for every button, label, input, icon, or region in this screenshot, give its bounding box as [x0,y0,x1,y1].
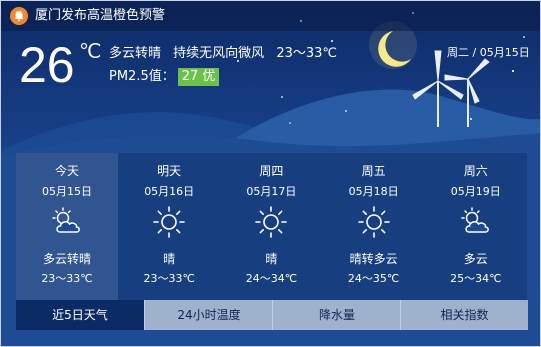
day-condition: 晴转多云 [349,252,398,266]
current-conditions: 多云转晴 持续无风向微风 23～33℃ [109,45,345,63]
tab-precipitation[interactable]: 降水量 [272,300,401,330]
day-temperature-range: 25～34℃ [450,272,502,285]
day-name: 今天 [54,164,79,178]
tab-five-day[interactable]: 近5日天气 [16,300,144,330]
weather-widget: 厦门发布高温橙色预警 26 ℃ 多云转晴 持续无风向微风 23～33℃ PM2.… [0,0,541,347]
day-condition: 晴 [163,252,176,266]
forecast-day[interactable]: 明天 05月16日晴 23～33℃ [118,153,220,300]
tab-hourly-temperature[interactable]: 24小时温度 [144,300,273,330]
day-name: 周六 [463,164,488,178]
tab-indices[interactable]: 相关指数 [400,300,528,330]
day-name: 明天 [157,164,182,178]
forecast-day[interactable]: 周六 05月19日 多云 25～34℃ [425,153,527,300]
forecast-panel: 今天 05月15日 多云转晴 23～33℃ 明天 05月16日晴 23～33℃ 周四 05月17… [16,153,528,330]
partly-cloudy-icon [459,205,493,239]
day-temperature-range: 24～34℃ [245,272,298,285]
forecast-day[interactable]: 今天 05月15日 多云转晴 23～33℃ [16,153,118,300]
day-date: 05月18日 [348,185,399,198]
day-temperature-range: 23～33℃ [143,272,195,285]
sun-icon [152,205,186,239]
warning-text[interactable]: 厦门发布高温橙色预警 [35,7,165,25]
day-name: 周四 [259,164,284,178]
day-condition: 多云 [463,252,488,266]
air-quality: PM2.5值： 27 优 [109,68,220,86]
current-temperature: 26 [19,37,75,93]
day-condition: 多云转晴 [42,252,91,266]
day-name: 周五 [361,164,386,178]
sun-icon [357,205,391,239]
forecast-day[interactable]: 周四 05月17日晴 24～34℃ [220,153,322,300]
forecast-day[interactable]: 周五 05月18日 晴转多云 24～35℃ [323,153,425,300]
day-date: 05月19日 [450,185,501,198]
day-date: 05月16日 [144,185,195,198]
condition-text: 多云转晴 [109,46,162,61]
pm25-label: PM2.5值： [109,69,175,84]
day-temperature-range: 23～33℃ [41,272,93,285]
warning-banner[interactable]: 厦门发布高温橙色预警 [1,1,540,31]
current-date: 周二 / 05月15日 [447,46,530,59]
day-condition: 晴 [265,252,278,266]
day-date: 05月15日 [42,185,92,198]
temperature-range: 23～33℃ [276,46,337,61]
partly-cloudy-icon [50,205,84,239]
wind-text: 持续无风向微风 [173,46,265,61]
pm25-badge: 27 优 [177,68,220,86]
tab-bar: 近5日天气 24小时温度 降水量 相关指数 [16,300,528,330]
day-date: 05月17日 [246,185,297,198]
temperature-unit: ℃ [79,41,102,63]
day-temperature-range: 24～35℃ [347,272,400,285]
sun-icon [254,205,288,239]
bell-icon [10,7,28,25]
